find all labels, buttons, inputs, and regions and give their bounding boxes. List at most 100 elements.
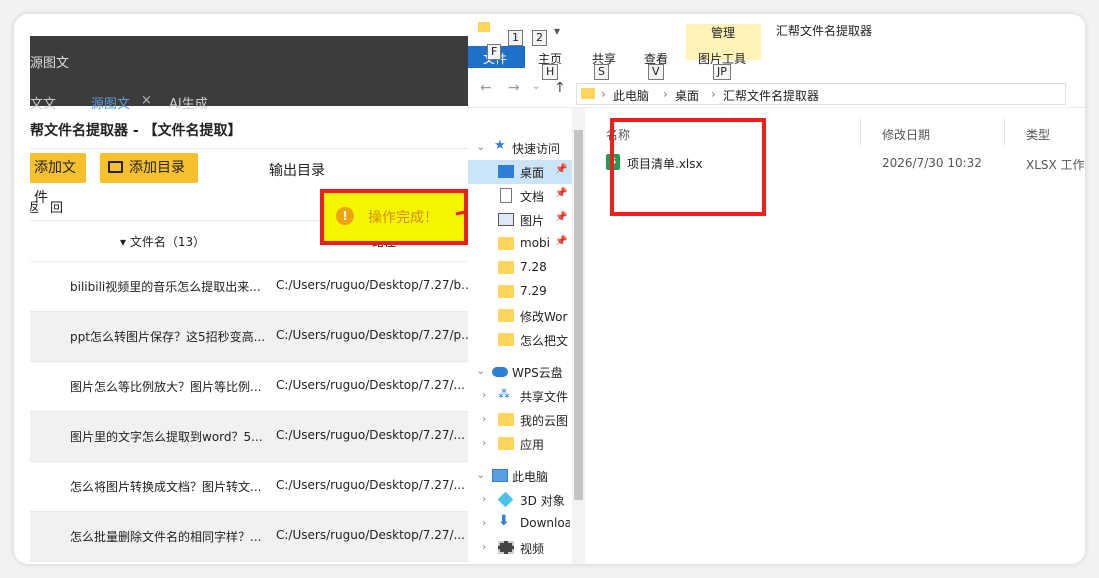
folder-icon [498,237,514,250]
tab-close-icon[interactable]: × [141,93,152,108]
nav-label: 7.29 [520,284,547,298]
column-date[interactable]: 修改日期 [882,126,930,143]
pin-icon: 📌 [555,212,568,223]
breadcrumb-this-pc[interactable]: 此电脑 [613,87,649,104]
chevron-right-icon: › [601,87,606,101]
nav-label: WPS云盘 [512,366,563,380]
pin-icon: 📌 [555,188,568,199]
row-path: C:/Users/ruguo/Desktop/7.27/... [276,378,465,392]
nav-my-cloud[interactable]: › 我的云图 [468,408,572,432]
tab-yuantuwen[interactable]: 源图文 [91,93,130,112]
nav-label: 修改Wor [520,310,568,324]
row-filename: 怎么批量删除文件名的相同字样？... [70,530,262,544]
folder-icon [498,285,514,298]
screenshot-frame: 源图文 文文 源图文 × AI生成 帮文件名提取器 - 【文件名提取】 添加文件… [14,14,1085,564]
folder-icon [581,88,595,99]
tab-wenwen[interactable]: 文文 [30,93,56,112]
qat-dropdown-icon[interactable]: ▾ [554,24,560,38]
nav-label: 我的云图 [520,414,569,428]
nav-downloads[interactable]: › ⬇ Downloa [468,512,572,536]
download-icon: ⬇ [498,513,510,529]
back-arrow-icon[interactable]: ← [480,80,492,96]
column-type[interactable]: 类型 [1026,126,1050,143]
nav-desktop[interactable]: 桌面 📌 [468,160,572,184]
nav-label: Downloa [520,516,570,530]
app-title: 帮文件名提取器 - 【文件名提取】 [30,123,242,139]
add-directory-label: 添加目录 [129,160,185,176]
nav-shared-files[interactable]: › ⁂ 共享文件 [468,384,572,408]
file-explorer-window: 管理 汇帮文件名提取器 1 2 ▾ 文件 F 主页 共享 查看 图片工具 H S… [468,14,1085,564]
add-directory-button[interactable]: 添加目录 [100,153,198,183]
nav-videos[interactable]: › 视频 [468,536,572,560]
chevron-right-icon: › [482,540,487,553]
row-filename: ppt怎么转图片保存？这5招秒变高... [70,330,266,344]
keytip-1: 1 [508,30,523,46]
folder-icon [498,437,514,450]
ribbon: 管理 汇帮文件名提取器 1 2 ▾ 文件 F 主页 共享 查看 图片工具 H S… [468,14,1085,80]
chevron-right-icon: › [482,492,487,505]
table-row[interactable]: 怎么批量删除文件名的相同字样？... C:/Users/ruguo/Deskto… [30,512,470,562]
column-divider[interactable] [1004,118,1005,146]
navigation-pane: ⌄ ★ 快速访问 桌面 📌 文档 📌 图片 📌 mobi 📌 7.28 7.29… [468,108,585,564]
folder-icon [478,22,490,32]
chevron-down-icon: ⌄ [476,468,486,481]
chevron-down-icon: ⌄ [476,364,486,377]
nav-label: 怎么把文 [520,334,569,348]
file-name-extractor-app: 源图文 文文 源图文 × AI生成 帮文件名提取器 - 【文件名提取】 添加文件… [30,36,470,564]
chevron-right-icon: › [482,436,487,449]
option-back[interactable]: 回 [50,197,63,216]
nav-3d-objects[interactable]: › 3D 对象 [468,488,572,512]
nav-label: 应用 [520,438,545,452]
pin-icon: 📌 [555,236,568,247]
nav-pictures[interactable]: 图片 📌 [468,208,572,232]
nav-quick-access[interactable]: ⌄ ★ 快速访问 [468,136,572,160]
nav-label: 7.28 [520,260,547,274]
nav-folder-mobi[interactable]: mobi 📌 [468,232,572,256]
nav-label: 视频 [520,542,545,556]
column-filename[interactable]: ▾ 文件名（13） [120,233,205,250]
output-dir-label: 输出目录 [269,163,325,179]
nav-folder-728[interactable]: 7.28 [468,256,572,280]
path-box[interactable]: › 此电脑 › 桌面 › 汇帮文件名提取器 [576,83,1066,105]
row-path: C:/Users/ruguo/Desktop/7.27/... [276,478,465,492]
table-row[interactable]: bilibili视频里的音乐怎么提取出来... C:/Users/ruguo/D… [30,262,470,312]
annotation-highlight-box [610,118,766,216]
address-bar: ← → ⌄ ↑ › 此电脑 › 桌面 › 汇帮文件名提取器 [468,78,1085,108]
tab-ai-generate[interactable]: AI生成 [169,93,208,112]
pin-icon: 📌 [555,164,568,175]
star-icon: ★ [494,138,506,153]
picture-icon [498,213,514,226]
scrollbar-thumb[interactable] [574,130,583,500]
table-row[interactable]: 图片怎么等比例放大？图片等比例... C:/Users/ruguo/Deskto… [30,362,470,412]
row-filename: bilibili视频里的音乐怎么提取出来... [70,280,261,294]
nav-folder-modify-word[interactable]: 修改Wor [468,304,572,328]
table-row[interactable]: 图片里的文字怎么提取到word？5... C:/Users/ruguo/Desk… [30,412,470,462]
column-divider[interactable] [860,118,861,146]
nav-wps-cloud[interactable]: ⌄ WPS云盘 [468,360,572,384]
breadcrumb-desktop[interactable]: 桌面 [675,87,699,104]
table-row[interactable]: 怎么将图片转换成文档？图片转文... C:/Users/ruguo/Deskto… [30,462,470,512]
file-type: XLSX 工作 [1026,158,1085,172]
forward-arrow-icon[interactable]: → [508,80,520,96]
table-row[interactable]: ppt怎么转图片保存？这5招秒变高... C:/Users/ruguo/Desk… [30,312,470,362]
nav-this-pc[interactable]: ⌄ 此电脑 [468,464,572,488]
nav-folder-how-to[interactable]: 怎么把文 [468,328,572,352]
breadcrumb-current-folder[interactable]: 汇帮文件名提取器 [723,87,819,104]
cloud-icon [492,367,508,377]
nav-documents[interactable]: 文档 📌 [468,184,572,208]
option-left[interactable]: 返 [30,197,39,216]
chevron-right-icon: › [711,87,716,101]
folder-icon [498,413,514,426]
chevron-right-icon: › [482,388,487,401]
recent-dropdown-icon[interactable]: ⌄ [532,81,540,92]
add-file-button[interactable]: 添加文件 [30,153,86,206]
ribbon-manage[interactable]: 管理 [711,24,735,41]
toast-message: 操作完成！ [368,210,438,226]
nav-label: mobi [520,236,550,250]
nav-apps[interactable]: › 应用 [468,432,572,456]
folder-icon [498,333,514,346]
divider [30,148,470,149]
up-arrow-icon[interactable]: ↑ [554,80,566,96]
nav-folder-729[interactable]: 7.29 [468,280,572,304]
nav-scrollbar[interactable] [572,108,585,564]
